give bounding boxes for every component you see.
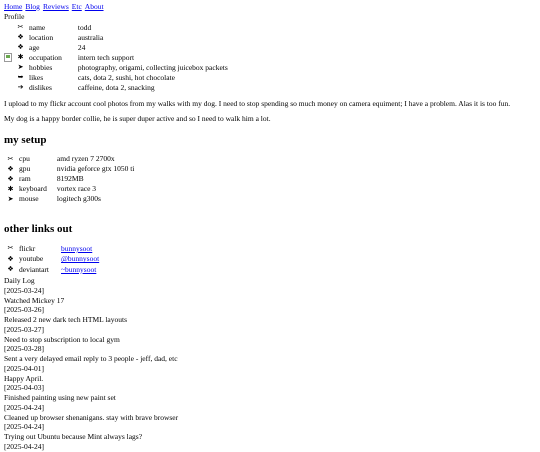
setup-row: ✂ cpu amd ryzen 7 2700x (4, 154, 136, 164)
nav-link-blog[interactable]: Blog (25, 2, 40, 11)
setup-value-cell: 8192MB (56, 174, 84, 184)
link-value-cell: bunnysoot (59, 244, 101, 255)
nav-link-home[interactable]: Home (4, 2, 22, 11)
profile-row: ➤ hobbies photography, origami, collecting… (14, 63, 230, 73)
log-date: [2025-03-27] (4, 324, 44, 334)
link-key: flickr (19, 243, 36, 253)
log-entry-text: Cleaned up browser shenanigans. stay wit… (4, 412, 179, 422)
nav-link-reviews[interactable]: Reviews (43, 2, 69, 11)
four-diamond-icon: ❖ (17, 32, 24, 41)
profile-table: ✂ name todd ❖ location australia ❖ age 24 ✱ occupa… (14, 23, 230, 93)
link-link-flickr[interactable]: bunnysoot (61, 244, 92, 253)
setup-row: ❖ gpu nvidia geforce gtx 1050 ti (4, 164, 136, 174)
link-link-deviantart[interactable]: ~bunnysoot (61, 265, 96, 274)
log-entry-text: Released 2 new dark tech HTML layouts (4, 315, 128, 325)
profile-row: ➥ likes cats, dota 2, sushi, hot chocolate (14, 73, 230, 83)
profile-value-cell: caffeine, dota 2, snacking (77, 82, 155, 92)
profile-value-cell: intern tech support (77, 52, 135, 62)
setup-key: cpu (19, 154, 30, 164)
daily-log-title: Daily Log (4, 276, 35, 286)
arrowhead-icon: ➤ (17, 62, 24, 71)
log-date: [2025-03-24] (4, 285, 44, 295)
setup-value-cell: vortex race 3 (56, 184, 97, 194)
bio-paragraph-2: My dog is a happy border collie, he is s… (4, 114, 271, 124)
log-date: [2025-04-24] (4, 402, 44, 412)
link-key: youtube (19, 254, 44, 264)
log-date: [2025-04-03] (4, 383, 44, 393)
profile-heading: Profile (4, 11, 25, 21)
log-date: [2025-03-28] (4, 344, 44, 354)
profile-value-cell: 24 (77, 42, 86, 52)
profile-row: ➔ dislikes caffeine, dota 2, snacking (14, 83, 230, 93)
four-diamond-icon: ❖ (7, 164, 14, 173)
four-diamond-icon: ❖ (7, 265, 14, 274)
setup-heading: my setup (4, 134, 47, 146)
link-link-youtube[interactable]: @bunnysoot (61, 254, 99, 263)
link-value-cell: ~bunnysoot (59, 265, 101, 276)
profile-value-cell: cats, dota 2, sushi, hot chocolate (77, 72, 175, 82)
setup-value-cell: amd ryzen 7 2700x (56, 154, 115, 164)
profile-key: name (29, 22, 46, 32)
scissors-icon: ✂ (17, 22, 24, 31)
log-date: [2025-04-01] (4, 363, 44, 373)
setup-key: mouse (19, 194, 39, 204)
profile-row: ✂ name todd (14, 23, 230, 33)
link-key: deviantart (19, 264, 49, 274)
bio-paragraph-1: I upload to my flickr account cool photo… (4, 98, 511, 108)
log-date: [2025-04-24] (4, 441, 44, 451)
links-table: ✂ flickr bunnysoot ❖ youtube @bunnysoot ❖ devia… (4, 244, 101, 276)
link-row: ❖ deviantart ~bunnysoot (4, 265, 101, 276)
profile-key: dislikes (29, 82, 52, 92)
four-diamond-icon: ❖ (7, 254, 14, 263)
profile-key: likes (29, 72, 44, 82)
profile-row: ❖ location australia (14, 33, 230, 43)
broken-image-icon (4, 53, 12, 62)
profile-key: location (29, 32, 54, 42)
link-row: ❖ youtube @bunnysoot (4, 254, 101, 265)
log-date: [2025-04-24] (4, 422, 44, 432)
profile-row: ✱ occupation intern tech support (14, 53, 230, 63)
setup-key: keyboard (19, 184, 47, 194)
setup-row: ❖ ram 8192MB (4, 174, 136, 184)
profile-key: hobbies (29, 62, 53, 72)
profile-value-cell: photography, origami, collecting juicebo… (77, 62, 228, 72)
setup-table: ✂ cpu amd ryzen 7 2700x ❖ gpu nvidia geforce … (4, 154, 136, 204)
arrow-right-icon: ➥ (17, 72, 24, 81)
profile-key: occupation (29, 52, 62, 62)
arrowhead-icon: ➤ (7, 194, 14, 203)
setup-value-cell: logitech g300s (56, 194, 101, 204)
nav-link-about[interactable]: About (85, 2, 104, 11)
daily-log: [2025-03-24] Watched Mickey 17 [2025-03-26… (4, 286, 536, 452)
star-icon: ✱ (7, 184, 14, 193)
scissors-icon: ✂ (7, 244, 14, 253)
setup-key: gpu (19, 164, 31, 174)
top-nav: Home Blog Reviews Etc About (4, 2, 536, 12)
links-heading: other links out (4, 223, 73, 236)
four-diamond-icon: ❖ (17, 42, 24, 51)
profile-key: age (29, 42, 40, 52)
profile-value-cell: australia (77, 32, 104, 42)
log-entry-text: Happy April. (4, 373, 44, 383)
log-entry-text: Sent a very delayed email reply to 3 peo… (4, 354, 178, 364)
four-diamond-icon: ❖ (7, 174, 14, 183)
log-date: [2025-03-26] (4, 305, 44, 315)
setup-key: ram (19, 174, 31, 184)
log-entry-text: Finished painting using new paint set (4, 393, 116, 403)
arrow-right-icon: ➔ (17, 82, 24, 91)
setup-value-cell: nvidia geforce gtx 1050 ti (56, 164, 135, 174)
link-value-cell: @bunnysoot (59, 254, 101, 265)
log-entry-text: Watched Mickey 17 (4, 295, 65, 305)
profile-section: ✂ name todd ❖ location australia ❖ age 24 ✱ occupa… (4, 23, 536, 93)
nav-link-etc[interactable]: Etc (72, 2, 82, 11)
setup-row: ✱ keyboard vortex race 3 (4, 184, 136, 194)
profile-row: ❖ age 24 (14, 43, 230, 53)
profile-value-cell: todd (77, 22, 92, 32)
log-entry-text: Trying out Ubuntu because Mint always la… (4, 432, 143, 442)
star-icon: ✱ (17, 52, 24, 61)
scissors-icon: ✂ (7, 154, 14, 163)
link-row: ✂ flickr bunnysoot (4, 244, 101, 255)
log-entry-text: Need to stop subscription to local gym (4, 334, 120, 344)
setup-row: ➤ mouse logitech g300s (4, 194, 136, 204)
